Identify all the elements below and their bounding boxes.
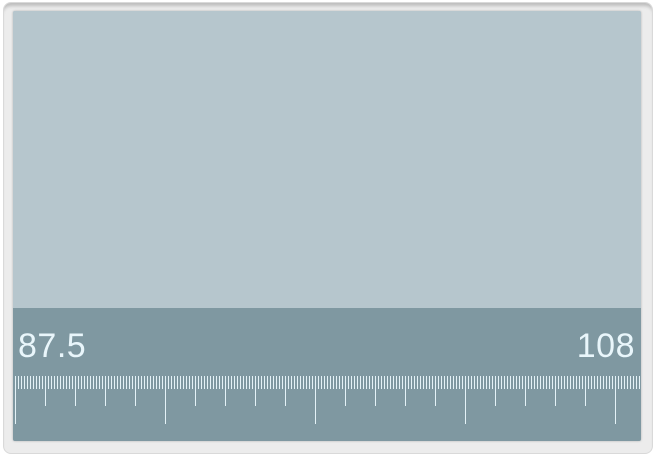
frequency-scale-ticks xyxy=(15,376,640,424)
min-frequency-label: 87.5 xyxy=(18,327,87,365)
display-area xyxy=(13,11,641,308)
frequency-scale[interactable] xyxy=(13,368,641,428)
max-frequency-label: 108 xyxy=(576,327,635,365)
radio-screen: 87.5 108 xyxy=(13,11,641,441)
frequency-tuner[interactable]: 87.5 108 xyxy=(13,308,641,441)
